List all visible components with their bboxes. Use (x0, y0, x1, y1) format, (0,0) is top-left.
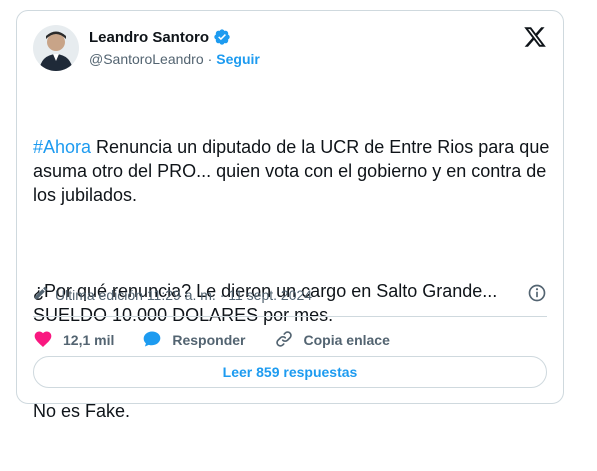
reply-button[interactable]: Responder (142, 329, 246, 352)
info-icon[interactable] (527, 283, 547, 303)
read-replies-button[interactable]: Leer 859 respuestas (33, 356, 547, 388)
handle-row: @SantoroLeandro · Seguir (89, 51, 260, 67)
separator-dot: · (207, 51, 213, 67)
x-logo-icon[interactable] (523, 25, 547, 49)
author-handle[interactable]: @SantoroLeandro (89, 51, 204, 67)
author-name[interactable]: Leandro Santoro (89, 29, 209, 46)
author-name-row: Leandro Santoro (89, 28, 231, 46)
tweet-paragraph-1: #Ahora Renuncia un diputado de la UCR de… (33, 135, 553, 207)
follow-button[interactable]: Seguir (216, 51, 260, 67)
reply-label: Responder (172, 332, 246, 348)
copy-link-label: Copia enlace (303, 332, 390, 348)
tweet-text-line1: Renuncia un diputado de la UCR de Entre … (33, 137, 555, 205)
edited-row[interactable]: Última edición 11:29 a. m. · 11 sept. 20… (33, 285, 312, 304)
reply-bubble-icon (142, 329, 162, 352)
pencil-icon (33, 285, 49, 304)
like-button[interactable]: 12,1 mil (33, 329, 114, 352)
divider (33, 316, 547, 317)
tweet-paragraph-3: No es Fake. (33, 401, 131, 421)
tweet-card: Leandro Santoro @SantoroLeandro · Seguir… (16, 10, 564, 421)
edited-timestamp[interactable]: Última edición 11:29 a. m. · 11 sept. 20… (55, 287, 312, 303)
heart-icon (33, 329, 53, 352)
copy-link-button[interactable]: Copia enlace (274, 329, 390, 352)
verified-badge-icon (213, 28, 231, 46)
action-bar: 12,1 mil Responder Copia enlace (33, 325, 418, 355)
hashtag-link[interactable]: #Ahora (33, 137, 91, 157)
like-count: 12,1 mil (63, 332, 115, 348)
read-replies-label: Leer 859 respuestas (222, 364, 358, 380)
link-icon (274, 329, 294, 352)
avatar[interactable] (33, 25, 79, 71)
tweet-text: #Ahora Renuncia un diputado de la UCR de… (33, 87, 553, 471)
